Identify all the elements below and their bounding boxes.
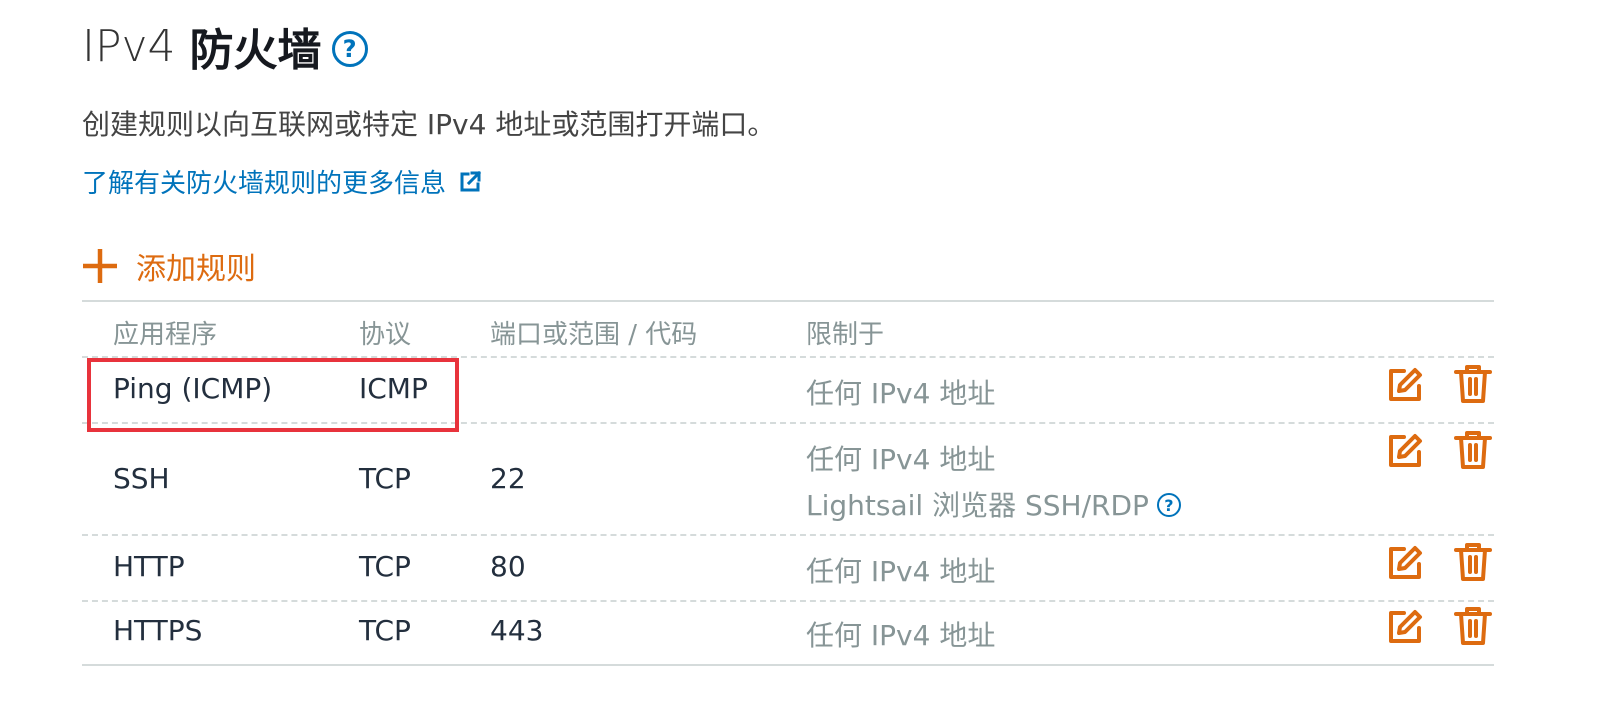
cell-restrict-extra: Lightsail 浏览器 SSH/RDP? <box>806 484 1181 524</box>
cell-application: HTTP <box>113 550 185 583</box>
cell-restrict: 任何 IPv4 地址 <box>806 555 996 588</box>
add-rule-label: 添加规则 <box>136 252 256 287</box>
cell-application: HTTPS <box>113 614 203 647</box>
edit-icon[interactable] <box>1386 432 1424 472</box>
column-header-restrict: 限制于 <box>806 320 885 350</box>
edit-icon[interactable] <box>1386 544 1424 584</box>
column-header-port: 端口或范围 / 代码 <box>490 320 698 350</box>
cell-protocol: TCP <box>359 550 411 583</box>
cell-port: 22 <box>490 462 526 495</box>
title-main: 防火墙 <box>189 25 322 76</box>
cell-restrict: 任何 IPv4 地址 <box>806 443 996 476</box>
title-prefix: IPv4 <box>82 20 176 72</box>
external-link-icon <box>458 170 482 194</box>
add-rule-button[interactable]: 添加规则 <box>82 244 256 288</box>
column-header-protocol: 协议 <box>359 320 412 350</box>
cell-port: 443 <box>490 614 544 647</box>
learn-more-link[interactable]: 了解有关防火墙规则的更多信息 <box>82 163 482 200</box>
cell-protocol: TCP <box>359 462 411 495</box>
delete-icon[interactable] <box>1454 364 1492 404</box>
highlight-box <box>87 358 459 432</box>
column-header-application: 应用程序 <box>113 320 218 350</box>
help-glyph: ? <box>342 35 357 63</box>
learn-more-label: 了解有关防火墙规则的更多信息 <box>82 169 447 199</box>
edit-icon[interactable] <box>1386 608 1424 648</box>
help-icon[interactable]: ? <box>331 31 368 67</box>
delete-icon[interactable] <box>1454 430 1492 470</box>
browser-ssh-label: Lightsail 浏览器 SSH/RDP <box>806 489 1149 522</box>
cell-application: SSH <box>113 462 170 495</box>
cell-port: 80 <box>490 550 526 583</box>
delete-icon[interactable] <box>1454 606 1492 646</box>
cell-restrict: 任何 IPv4 地址 <box>806 377 996 410</box>
edit-icon[interactable] <box>1386 366 1424 406</box>
cell-restrict: 任何 IPv4 地址 <box>806 619 996 652</box>
help-icon[interactable]: ? <box>1156 493 1181 517</box>
description: 创建规则以向互联网或特定 IPv4 地址或范围打开端口。 <box>82 108 776 141</box>
page-title: IPv4 防火墙 ? <box>82 14 368 78</box>
delete-icon[interactable] <box>1454 542 1492 582</box>
cell-protocol: TCP <box>359 614 411 647</box>
plus-icon <box>82 248 118 284</box>
firewall-rules-table: 应用程序 协议 端口或范围 / 代码 限制于 Ping (ICMP) ICMP … <box>82 300 1494 670</box>
